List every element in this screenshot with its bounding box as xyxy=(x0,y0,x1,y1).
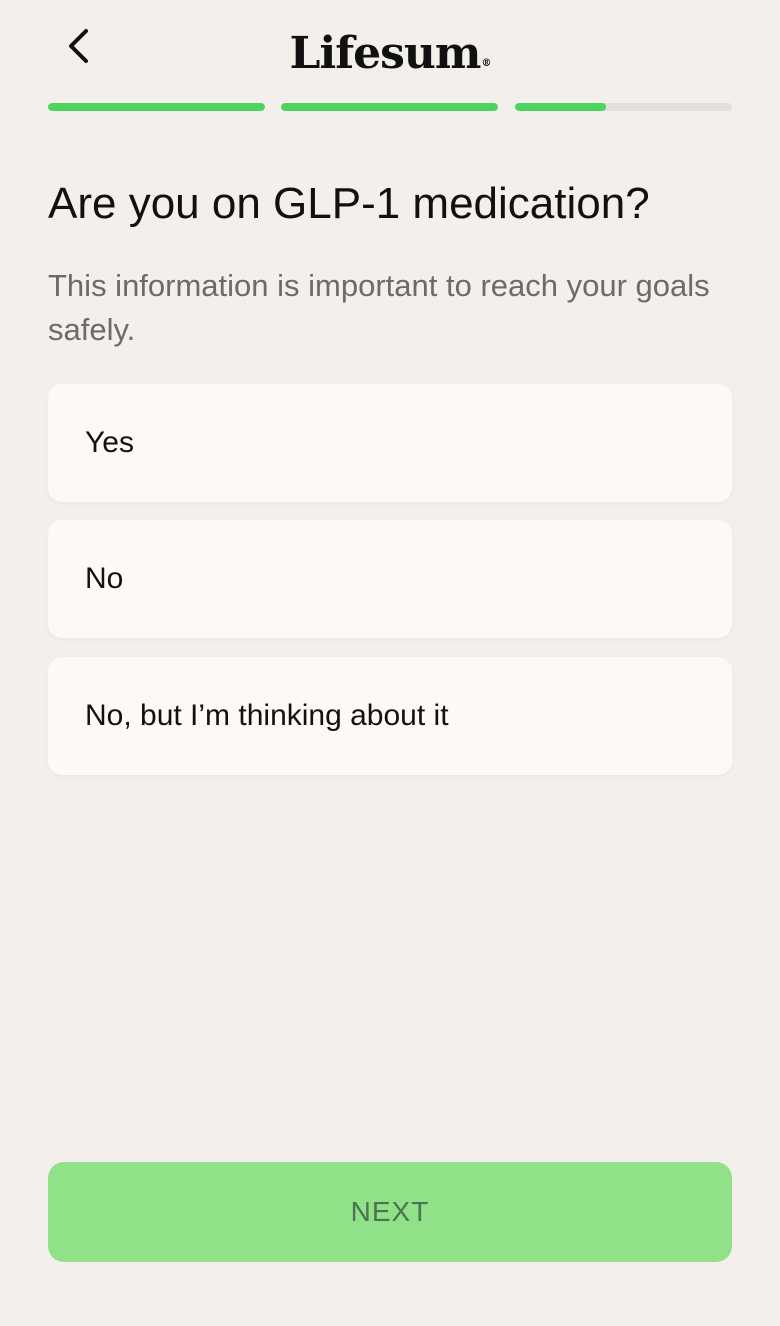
progress-segment-2 xyxy=(281,103,498,111)
option-thinking-about-it[interactable]: No, but I’m thinking about it xyxy=(48,657,732,775)
option-yes[interactable]: Yes xyxy=(48,384,732,502)
next-button[interactable]: NEXT xyxy=(48,1162,732,1262)
progress-segment-1 xyxy=(48,103,265,111)
progress-segment-3 xyxy=(515,103,732,111)
question-title: Are you on GLP-1 medication? xyxy=(48,179,650,228)
option-label: No xyxy=(85,562,124,595)
progress-bar xyxy=(48,103,732,111)
progress-segment-2-fill xyxy=(281,103,498,111)
next-button-label: NEXT xyxy=(350,1196,430,1227)
app-logo: Lifesum® xyxy=(0,24,780,84)
onboarding-screen: Lifesum® Are you on GLP-1 medication? Th… xyxy=(0,0,780,1326)
option-no[interactable]: No xyxy=(48,520,732,638)
question-subtitle: This information is important to reach y… xyxy=(48,268,710,347)
option-label: Yes xyxy=(85,426,134,459)
progress-segment-1-fill xyxy=(48,103,265,111)
logo-text: Lifesum xyxy=(289,28,482,79)
registered-mark: ® xyxy=(481,58,491,69)
option-label: No, but I’m thinking about it xyxy=(85,699,449,732)
progress-segment-3-fill xyxy=(515,103,607,111)
